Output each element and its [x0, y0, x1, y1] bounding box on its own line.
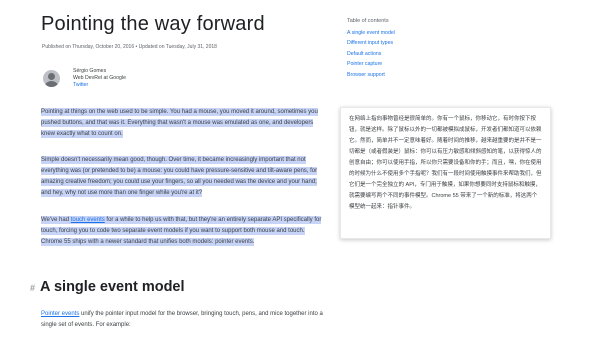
avatar[interactable]: [43, 70, 60, 87]
section-heading: # A single event model: [30, 279, 185, 295]
section-title: A single event model: [40, 279, 185, 295]
author-role: Web DevRel at Google: [73, 75, 126, 81]
author-info: Sérgio Gomes Web DevRel at Google Twitte…: [73, 68, 126, 89]
pointer-events-link[interactable]: Pointer events: [41, 311, 79, 317]
paragraph-pointer-text: unify the pointer input model for the br…: [41, 311, 323, 328]
toc-item-single-event-model[interactable]: A single event model: [347, 28, 395, 39]
paragraph-pointer-events: Pointer events unify the pointer input m…: [41, 309, 325, 331]
toc-item-different-input-types[interactable]: Different input types: [347, 38, 395, 49]
paragraph-touch-text-a: We've had: [41, 217, 71, 223]
translation-text: 在网络上指向事物曾经是很简单的。你有一个鼠标，你移动它，有时你按下按钮，就是这样…: [349, 116, 542, 210]
paragraph-touch-events: We've had touch events for a while to he…: [41, 215, 325, 248]
author-name: Sérgio Gomes: [73, 68, 107, 74]
paragraph-simple: Simple doesn't necessarily mean good, th…: [41, 155, 325, 199]
toc-item-pointer-capture[interactable]: Pointer capture: [347, 59, 395, 70]
paragraph-intro: Pointing at things on the web used to be…: [41, 107, 325, 140]
table-of-contents: Table of contents A single event model D…: [347, 16, 395, 80]
author-block: Sérgio Gomes Web DevRel at Google Twitte…: [43, 68, 126, 89]
touch-events-link[interactable]: touch events: [71, 217, 105, 223]
page-title: Pointing the way forward: [41, 13, 265, 35]
toc-item-browser-support[interactable]: Browser support: [347, 70, 395, 81]
heading-anchor-icon[interactable]: #: [30, 283, 35, 293]
twitter-link[interactable]: Twitter: [73, 82, 126, 89]
publish-meta: Published on Thursday, October 20, 2016 …: [42, 44, 217, 50]
toc-item-default-actions[interactable]: Default actions: [347, 49, 395, 60]
paragraph-simple-text: Simple doesn't necessarily mean good, th…: [41, 156, 318, 197]
translation-popup[interactable]: 在网络上指向事物曾经是很简单的。你有一个鼠标，你移动它，有时你按下按钮，就是这样…: [340, 107, 551, 239]
toc-title: Table of contents: [347, 18, 389, 24]
paragraph-intro-text: Pointing at things on the web used to be…: [41, 108, 318, 138]
